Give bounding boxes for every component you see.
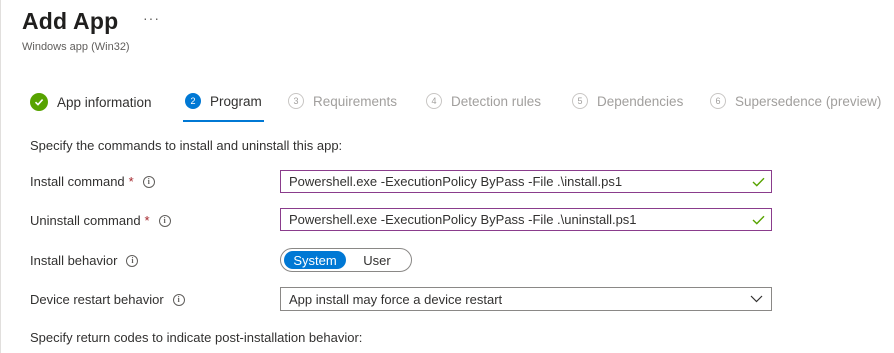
more-options-button[interactable]: ···	[143, 10, 160, 26]
label-text: Uninstall command	[30, 213, 141, 228]
label-text: Install command	[30, 174, 125, 189]
info-icon[interactable]: i	[126, 254, 139, 267]
page-subtitle: Windows app (Win32)	[22, 41, 130, 53]
device-restart-label: Device restart behavior i	[30, 292, 185, 307]
device-restart-value: App install may force a device restart	[289, 291, 503, 307]
label-text: Install behavior	[30, 253, 118, 268]
chevron-down-icon	[741, 295, 771, 303]
page-title: Add App	[22, 8, 119, 34]
install-behavior-user-option[interactable]: User	[346, 251, 408, 269]
step-label: Detection rules	[451, 93, 542, 109]
valid-check-icon	[745, 215, 771, 225]
required-marker: *	[144, 213, 150, 228]
commands-intro-text: Specify the commands to install and unin…	[30, 138, 343, 153]
device-restart-dropdown[interactable]: App install may force a device restart	[280, 287, 772, 311]
install-command-value: Powershell.exe -ExecutionPolicy ByPass -…	[289, 174, 623, 189]
tab-detection-rules[interactable]: 4 Detection rules	[426, 93, 541, 109]
info-icon[interactable]: i	[158, 214, 171, 227]
step-number-icon: 4	[426, 93, 442, 109]
tab-requirements[interactable]: 3 Requirements	[288, 93, 397, 109]
page-header: Add App	[22, 8, 118, 35]
active-tab-indicator	[183, 120, 264, 122]
step-label: Dependencies	[597, 93, 684, 109]
checkmark-icon	[30, 93, 48, 111]
install-behavior-label: Install behavior i	[30, 253, 139, 268]
step-label: Program	[210, 93, 262, 109]
step-number-icon: 6	[710, 93, 726, 109]
uninstall-command-input[interactable]: Powershell.exe -ExecutionPolicy ByPass -…	[280, 208, 772, 231]
install-behavior-system-option[interactable]: System	[284, 251, 346, 269]
install-command-label: Install command * i	[30, 174, 155, 189]
tab-program[interactable]: 2 Program	[185, 93, 262, 109]
valid-check-icon	[745, 177, 771, 187]
tab-dependencies[interactable]: 5 Dependencies	[572, 93, 683, 109]
required-marker: *	[128, 174, 134, 189]
info-icon[interactable]: i	[142, 175, 155, 188]
uninstall-command-value: Powershell.exe -ExecutionPolicy ByPass -…	[289, 212, 637, 227]
install-command-input[interactable]: Powershell.exe -ExecutionPolicy ByPass -…	[280, 170, 772, 193]
step-number-icon: 3	[288, 93, 304, 109]
step-number-icon: 2	[185, 93, 201, 109]
panel-left-border	[0, 0, 1, 353]
step-label: App information	[57, 94, 152, 110]
step-number-icon: 5	[572, 93, 588, 109]
tab-supersedence[interactable]: 6 Supersedence (preview)	[710, 93, 881, 109]
uninstall-command-label: Uninstall command * i	[30, 213, 171, 228]
step-label: Supersedence (preview)	[735, 93, 882, 109]
install-behavior-toggle[interactable]: System User	[280, 248, 412, 272]
step-label: Requirements	[313, 93, 398, 109]
info-icon[interactable]: i	[172, 293, 185, 306]
return-codes-intro-text: Specify return codes to indicate post-in…	[30, 330, 363, 345]
label-text: Device restart behavior	[30, 292, 164, 307]
tab-app-information[interactable]: App information	[30, 93, 152, 111]
